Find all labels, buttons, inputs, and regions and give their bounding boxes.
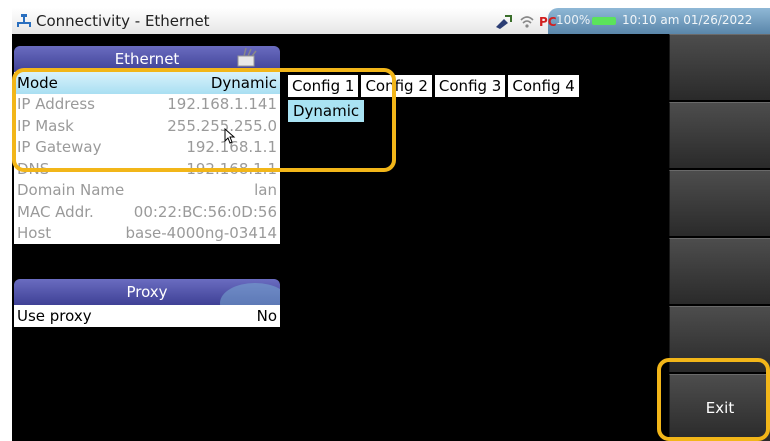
- softkey-panel: Exit: [669, 34, 770, 441]
- use-proxy-label: Use proxy: [17, 306, 92, 325]
- tab-config-2[interactable]: Config 2: [361, 75, 432, 97]
- use-proxy-value: No: [256, 306, 277, 325]
- battery-icon: [592, 17, 616, 25]
- mode-label: Mode: [17, 73, 58, 92]
- header-swoosh-decoration: [220, 283, 280, 305]
- tab-config-1[interactable]: Config 1: [288, 75, 359, 97]
- proxy-panel-title: Proxy: [126, 283, 168, 301]
- mode-value: Dynamic: [210, 73, 277, 92]
- proxy-panel-header: Proxy: [14, 279, 280, 305]
- domain-name-value: lan: [254, 181, 277, 200]
- device-screen: Connectivity - Ethernet PC 100% 10:10 am…: [12, 8, 770, 441]
- tab-config-4[interactable]: Config 4: [508, 75, 579, 97]
- wifi-icon: [520, 16, 534, 28]
- host-value: base-4000ng-03414: [125, 224, 277, 243]
- mouse-cursor-icon: [224, 128, 236, 144]
- host-row[interactable]: Host base-4000ng-03414: [14, 223, 280, 245]
- tab-config-3[interactable]: Config 3: [434, 75, 506, 97]
- exit-label: Exit: [705, 399, 735, 417]
- config-tabs: Config 1 Config 2 Config 3 Config 4: [288, 75, 582, 97]
- window-title: Connectivity - Ethernet: [36, 12, 210, 30]
- ip-address-value: 192.168.1.141: [167, 95, 277, 114]
- title-bar: Connectivity - Ethernet PC 100% 10:10 am…: [12, 8, 770, 34]
- pc-remote-icon: PC: [539, 15, 557, 29]
- ip-mask-label: IP Mask: [17, 116, 74, 135]
- softkey-3[interactable]: [669, 170, 770, 236]
- domain-name-row[interactable]: Domain Name lan: [14, 180, 280, 202]
- host-label: Host: [17, 224, 52, 243]
- ethernet-settings-list: Mode Dynamic IP Address 192.168.1.141 IP…: [14, 72, 280, 244]
- status-clock: 10:10 am 01/26/2022: [622, 13, 753, 27]
- ethernet-network-icon: [17, 14, 31, 27]
- status-area: PC 100% 10:10 am 01/26/2022: [452, 8, 770, 34]
- dns-label: DNS: [17, 159, 50, 178]
- softkey-1[interactable]: [669, 34, 770, 100]
- proxy-settings-list: Use proxy No: [14, 305, 280, 327]
- ip-mask-value: 255.255.255.0: [167, 116, 277, 135]
- exit-button[interactable]: Exit: [669, 374, 770, 441]
- satellite-icon: [496, 15, 512, 29]
- softkey-4[interactable]: [669, 238, 770, 304]
- ip-gateway-label: IP Gateway: [17, 138, 102, 157]
- ethernet-panel-title: Ethernet: [114, 50, 180, 68]
- ethernet-plug-icon: [237, 48, 257, 67]
- softkey-5[interactable]: [669, 306, 770, 372]
- mac-address-value: 00:22:BC:56:0D:56: [133, 202, 277, 221]
- dns-row[interactable]: DNS 192.168.1.1: [14, 158, 280, 180]
- mac-address-label: MAC Addr.: [17, 202, 94, 221]
- use-proxy-row[interactable]: Use proxy No: [14, 305, 280, 327]
- mode-option-dynamic[interactable]: Dynamic: [288, 100, 365, 122]
- domain-name-label: Domain Name: [17, 181, 125, 200]
- ethernet-panel-header: Ethernet: [14, 46, 280, 72]
- ip-gateway-row[interactable]: IP Gateway 192.168.1.1: [14, 137, 280, 159]
- dns-value: 192.168.1.1: [186, 159, 277, 178]
- mac-address-row[interactable]: MAC Addr. 00:22:BC:56:0D:56: [14, 201, 280, 223]
- softkey-2[interactable]: [669, 102, 770, 168]
- ip-address-label: IP Address: [17, 95, 95, 114]
- svg-text:PC: PC: [539, 15, 557, 29]
- ip-mask-row[interactable]: IP Mask 255.255.255.0: [14, 115, 280, 137]
- mode-row[interactable]: Mode Dynamic: [14, 72, 280, 94]
- battery-percentage: 100%: [556, 13, 591, 27]
- ip-address-row[interactable]: IP Address 192.168.1.141: [14, 94, 280, 116]
